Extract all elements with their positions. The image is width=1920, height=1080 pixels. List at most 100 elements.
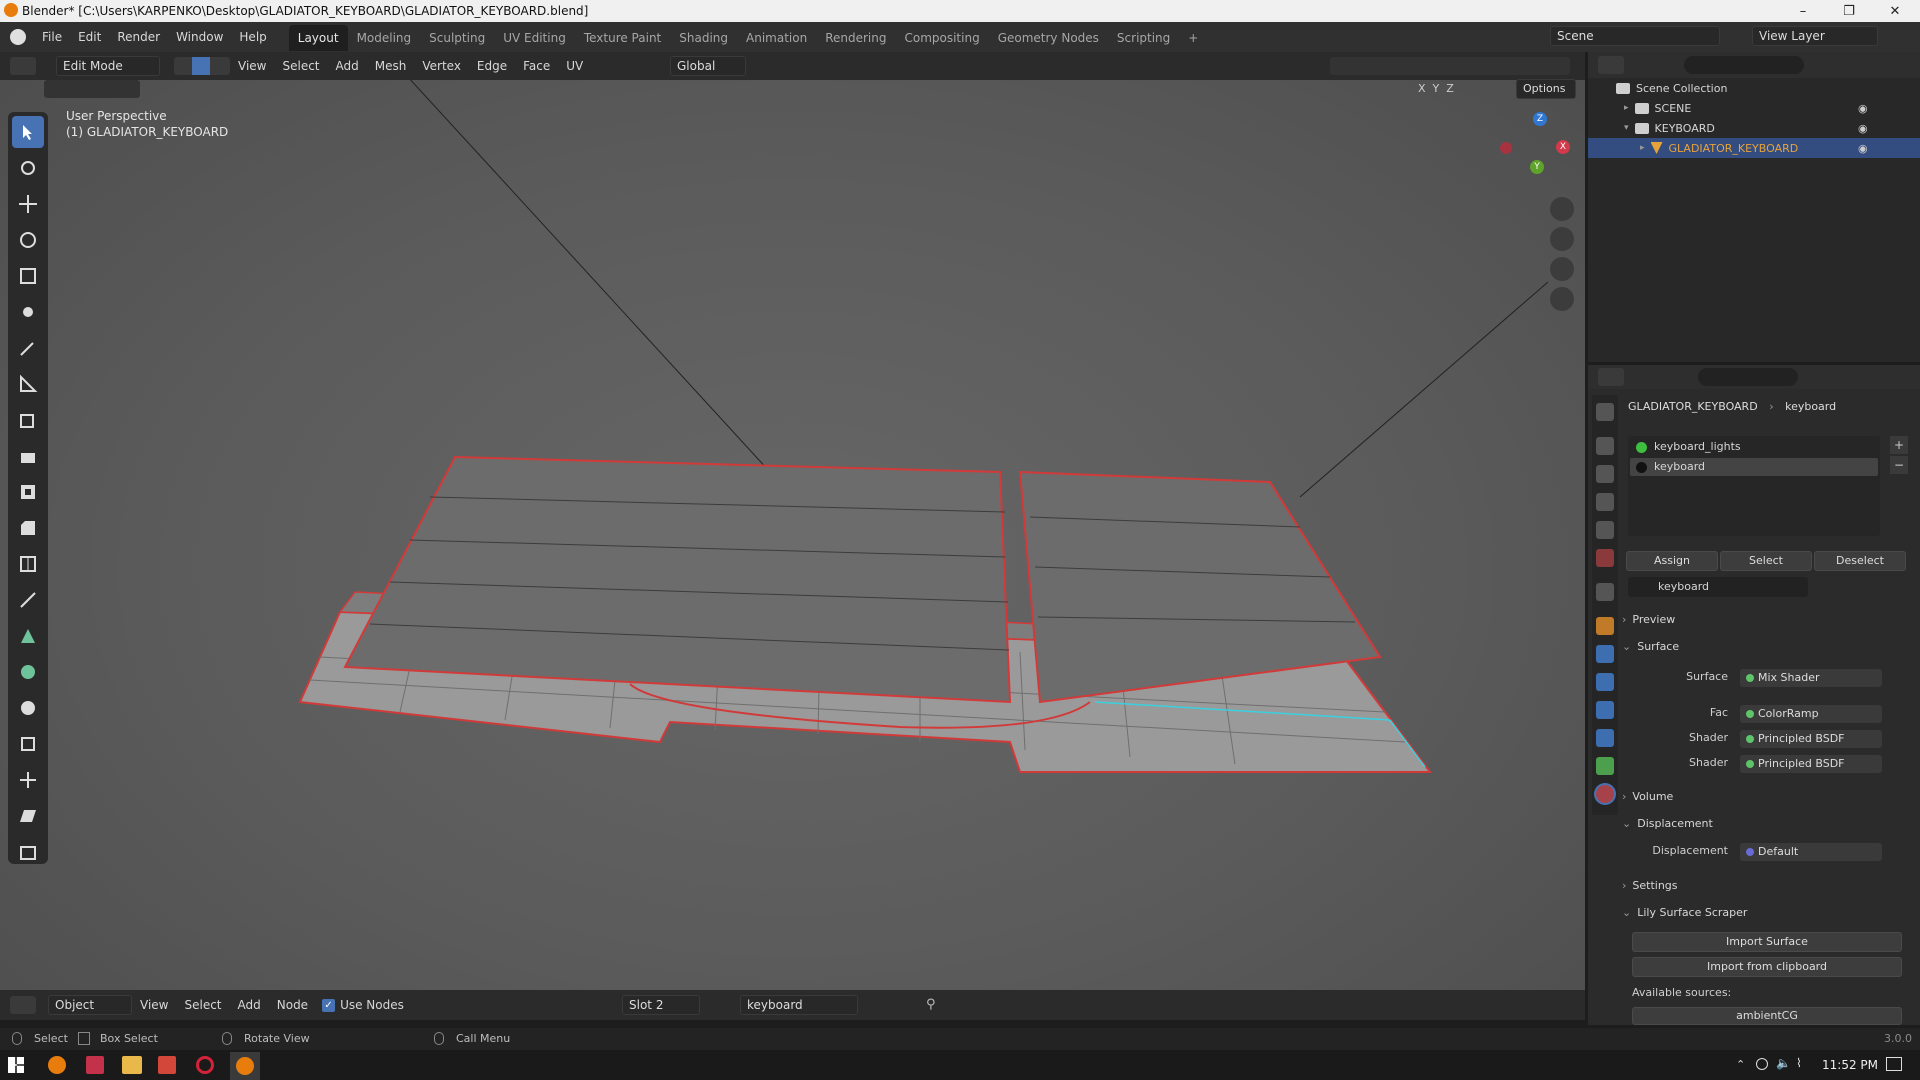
material-name-field[interactable]: keyboard xyxy=(1628,577,1808,597)
orientation-selector[interactable]: Global xyxy=(670,56,746,76)
shading-controls[interactable] xyxy=(1330,57,1570,75)
mirror-axis-toggles[interactable]: X Y Z xyxy=(1418,82,1454,95)
material-tab-icon[interactable] xyxy=(1596,785,1614,803)
knife-tool[interactable] xyxy=(12,584,44,616)
tab-uv-editing[interactable]: UV Editing xyxy=(494,25,575,51)
tab-rendering[interactable]: Rendering xyxy=(816,25,895,51)
menu-window[interactable]: Window xyxy=(168,22,231,52)
tab-sculpting[interactable]: Sculpting xyxy=(420,25,494,51)
taskbar-app-icon[interactable] xyxy=(158,1056,176,1074)
taskbar-blender-active[interactable] xyxy=(230,1052,260,1080)
bevel-tool[interactable] xyxy=(12,512,44,544)
vp-menu-mesh[interactable]: Mesh xyxy=(367,59,415,73)
extrude-tool[interactable] xyxy=(12,440,44,472)
opera-icon[interactable] xyxy=(196,1056,214,1074)
vp-menu-add[interactable]: Add xyxy=(328,59,367,73)
edge-select-mode-icon[interactable] xyxy=(192,57,210,75)
vp-menu-face[interactable]: Face xyxy=(515,59,558,73)
outliner-editor-type-icon[interactable] xyxy=(1598,56,1624,74)
vp-menu-vertex[interactable]: Vertex xyxy=(414,59,469,73)
axis-x-toggle[interactable]: X xyxy=(1418,82,1426,95)
pan-hand-icon[interactable] xyxy=(1550,227,1574,251)
camera-icon[interactable] xyxy=(1550,257,1574,281)
mode-selector[interactable]: Edit Mode xyxy=(56,56,160,76)
physics-tab-icon[interactable] xyxy=(1596,701,1614,719)
navigation-gizmo[interactable]: Z X Y xyxy=(1500,112,1576,192)
selection-mode-toolbar[interactable] xyxy=(44,80,140,98)
menu-file[interactable]: File xyxy=(34,22,70,52)
gizmo-y-axis[interactable]: Y xyxy=(1530,160,1544,174)
tab-layout[interactable]: Layout xyxy=(288,25,348,51)
tab-geometry-nodes[interactable]: Geometry Nodes xyxy=(989,25,1108,51)
tool-tab-icon[interactable] xyxy=(1596,403,1614,421)
select-box-tool[interactable] xyxy=(12,116,44,148)
gizmo-x-axis[interactable]: X xyxy=(1556,140,1570,154)
visibility-eye-icon[interactable]: ◉ xyxy=(1858,142,1868,155)
tray-chevron-icon[interactable]: ⌃ xyxy=(1736,1058,1745,1071)
spin-tool[interactable] xyxy=(12,656,44,688)
material-slot-item[interactable]: keyboard xyxy=(1630,458,1878,476)
constraints-tab-icon[interactable] xyxy=(1596,729,1614,747)
tab-texture-paint[interactable]: Texture Paint xyxy=(575,25,670,51)
add-slot-button[interactable]: + xyxy=(1890,436,1908,454)
tab-modeling[interactable]: Modeling xyxy=(348,25,421,51)
material-slot-item[interactable]: keyboard_lights xyxy=(1630,438,1878,456)
view-layer-tab-icon[interactable] xyxy=(1596,493,1614,511)
ortho-grid-icon[interactable] xyxy=(1550,287,1574,311)
outliner-search-input[interactable] xyxy=(1684,56,1804,74)
menu-edit[interactable]: Edit xyxy=(70,22,109,52)
expand-chevron-icon[interactable]: ▸ xyxy=(1640,143,1645,153)
particles-tab-icon[interactable] xyxy=(1596,673,1614,691)
shear-tool[interactable] xyxy=(12,800,44,832)
editor-type-icon[interactable] xyxy=(10,57,36,75)
object-tab-icon[interactable] xyxy=(1596,617,1614,635)
taskbar-app-icon[interactable] xyxy=(48,1056,66,1074)
shrink-fatten-tool[interactable] xyxy=(12,764,44,796)
zoom-icon[interactable] xyxy=(1550,197,1574,221)
menu-help[interactable]: Help xyxy=(231,22,274,52)
add-workspace-button[interactable]: + xyxy=(1179,25,1207,51)
vp-menu-edge[interactable]: Edge xyxy=(469,59,515,73)
section-settings[interactable]: › Settings xyxy=(1622,875,1912,895)
import-clipboard-button[interactable]: Import from clipboard xyxy=(1632,957,1902,977)
tab-compositing[interactable]: Compositing xyxy=(895,25,988,51)
move-tool[interactable] xyxy=(12,188,44,220)
mesh-data-tab-icon[interactable] xyxy=(1596,757,1614,775)
slot-selector[interactable]: Slot 2 xyxy=(622,995,700,1015)
volume-icon[interactable]: 🔈 xyxy=(1776,1056,1791,1070)
scale-tool[interactable] xyxy=(12,260,44,292)
options-dropdown[interactable]: Options xyxy=(1516,79,1576,99)
section-lily-surface-scraper[interactable]: ⌄ Lily Surface Scraper xyxy=(1622,902,1912,922)
section-volume[interactable]: › Volume xyxy=(1622,786,1912,806)
file-explorer-icon[interactable] xyxy=(122,1056,142,1074)
3d-viewport[interactable]: User Perspective (1) GLADIATOR_KEYBOARD … xyxy=(0,52,1585,990)
node-object-selector[interactable]: Object xyxy=(48,995,132,1015)
inset-tool[interactable] xyxy=(12,476,44,508)
vp-menu-select[interactable]: Select xyxy=(274,59,327,73)
notifications-icon[interactable] xyxy=(1886,1057,1902,1071)
outliner-root[interactable]: Scene Collection xyxy=(1588,78,1920,98)
properties-search-input[interactable] xyxy=(1698,368,1798,386)
gizmo-neg-x-axis[interactable] xyxy=(1500,142,1512,154)
axis-z-toggle[interactable]: Z xyxy=(1446,82,1454,95)
outliner-item-gladiator-keyboard[interactable]: ▸ GLADIATOR_KEYBOARD ◉ xyxy=(1588,138,1920,158)
poly-build-tool[interactable] xyxy=(12,620,44,652)
outliner-item-scene[interactable]: ▸ SCENE ◉ xyxy=(1588,98,1920,118)
gizmo-z-axis[interactable]: Z xyxy=(1533,112,1547,126)
use-nodes-checkbox[interactable]: ✓ Use Nodes xyxy=(322,998,404,1012)
expand-chevron-icon[interactable]: ▸ xyxy=(1624,103,1629,113)
transform-tool[interactable] xyxy=(12,296,44,328)
fac-input-field[interactable]: ColorRamp xyxy=(1740,705,1882,723)
deselect-button[interactable]: Deselect xyxy=(1814,551,1906,571)
node-menu-node[interactable]: Node xyxy=(269,998,316,1012)
properties-editor-type-icon[interactable] xyxy=(1598,368,1624,386)
shader-input-field[interactable]: Principled BSDF xyxy=(1740,730,1882,748)
vp-menu-view[interactable]: View xyxy=(230,59,274,73)
tab-animation[interactable]: Animation xyxy=(737,25,816,51)
rotate-tool[interactable] xyxy=(12,224,44,256)
maximize-button[interactable]: ❐ xyxy=(1826,0,1872,22)
visibility-eye-icon[interactable]: ◉ xyxy=(1858,102,1868,115)
filter-icon[interactable] xyxy=(1858,56,1880,74)
add-cube-tool[interactable] xyxy=(12,404,44,436)
tab-scripting[interactable]: Scripting xyxy=(1108,25,1179,51)
